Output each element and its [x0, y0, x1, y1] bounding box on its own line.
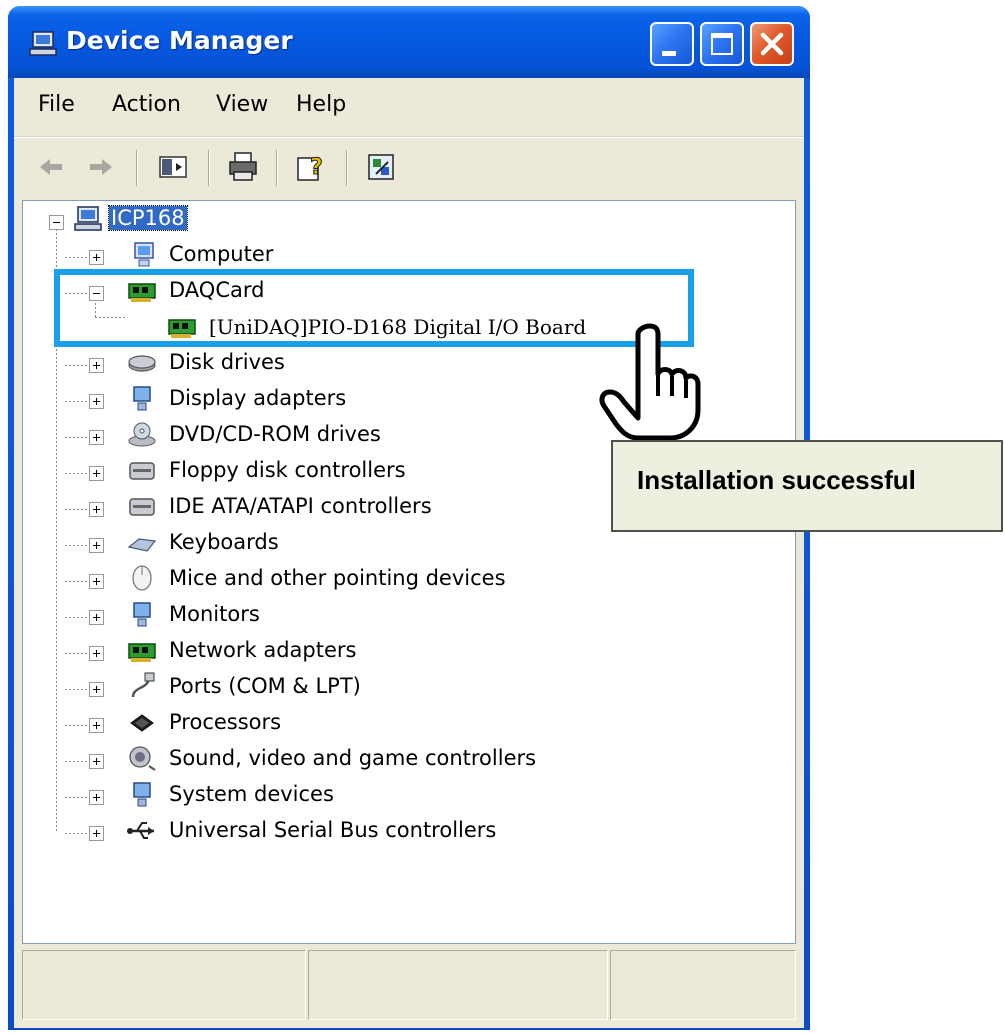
- tree-item[interactable]: Disk drives: [23, 347, 423, 381]
- back-arrow-icon[interactable]: [34, 150, 68, 184]
- tree-root[interactable]: ICP168: [23, 203, 323, 237]
- keyboard-icon: [127, 538, 157, 552]
- expand-icon[interactable]: [89, 646, 104, 661]
- menu-file[interactable]: File: [38, 92, 75, 117]
- expand-icon[interactable]: [89, 574, 104, 589]
- menu-action[interactable]: Action: [112, 92, 181, 117]
- toolbar-separator: [136, 150, 138, 186]
- expand-icon[interactable]: [89, 790, 104, 805]
- status-pane: [308, 950, 608, 1020]
- tree-item[interactable]: Display adapters: [23, 383, 423, 417]
- tree-item[interactable]: Processors: [23, 707, 423, 741]
- ide-controller-icon: [129, 498, 155, 516]
- tree-item[interactable]: System devices: [23, 779, 423, 813]
- close-icon: [760, 32, 784, 56]
- expand-icon[interactable]: [89, 718, 104, 733]
- tree-item-label: Sound, video and game controllers: [169, 746, 537, 770]
- window-title: Device Manager: [66, 26, 293, 55]
- tree-item-label: Display adapters: [169, 386, 347, 410]
- expand-icon[interactable]: [89, 538, 104, 553]
- tree-item[interactable]: DVD/CD-ROM drives: [23, 419, 423, 453]
- toolbar-separator: [208, 150, 210, 186]
- tree-item[interactable]: Mice and other pointing devices: [23, 563, 506, 597]
- cdrom-icon: [128, 422, 156, 447]
- maximize-button[interactable]: [700, 22, 744, 66]
- tree-item[interactable]: Keyboards: [23, 527, 423, 561]
- computer-icon: [134, 242, 154, 267]
- toolbar-separator: [276, 150, 278, 186]
- tree-item[interactable]: Ports (COM & LPT): [23, 671, 423, 705]
- tree-item-label: Keyboards: [169, 530, 279, 554]
- expand-icon[interactable]: [89, 502, 104, 517]
- computer-icon: [29, 31, 57, 56]
- minimize-button[interactable]: [650, 22, 694, 66]
- expand-icon[interactable]: [89, 754, 104, 769]
- tree-item-label: DVD/CD-ROM drives: [169, 422, 381, 446]
- menu-bar: File Action View Help: [14, 78, 804, 137]
- expand-icon[interactable]: [89, 682, 104, 697]
- expand-icon[interactable]: [89, 610, 104, 625]
- pointing-hand-icon: [599, 323, 701, 441]
- minimize-icon: [662, 51, 676, 56]
- tree-item-label: Floppy disk controllers: [169, 458, 406, 482]
- sound-icon: [129, 746, 156, 771]
- tree-item-label: IDE ATA/ATAPI controllers: [169, 494, 432, 518]
- system-device-icon: [133, 782, 151, 807]
- expand-icon[interactable]: [89, 466, 104, 481]
- forward-arrow-icon[interactable]: [84, 150, 118, 184]
- tree-item-label: Monitors: [169, 602, 260, 626]
- update-driver-icon[interactable]: [364, 150, 398, 184]
- status-pane: [610, 950, 796, 1020]
- tree-item-label: Mice and other pointing devices: [169, 566, 506, 590]
- help-icon[interactable]: ?: [294, 150, 328, 184]
- tree-item-label: Universal Serial Bus controllers: [169, 818, 497, 842]
- title-bar[interactable]: Device Manager: [8, 6, 810, 78]
- toolbar: ?: [14, 137, 804, 196]
- expand-icon[interactable]: [89, 250, 104, 265]
- tree-item[interactable]: Universal Serial Bus controllers: [23, 815, 523, 849]
- tree-item[interactable]: Floppy disk controllers: [23, 455, 423, 489]
- tree-item-label: Ports (COM & LPT): [169, 674, 361, 698]
- callout-text: Installation successful: [637, 465, 916, 495]
- tree-item[interactable]: Network adapters: [23, 635, 423, 669]
- tree-item-label: Processors: [169, 710, 282, 734]
- expand-icon[interactable]: [89, 826, 104, 841]
- disk-drive-icon: [128, 355, 156, 372]
- tree-item-label: Computer: [169, 242, 274, 266]
- menu-view[interactable]: View: [216, 92, 268, 117]
- tree-item[interactable]: Computer: [23, 239, 423, 273]
- tree-item-label: System devices: [169, 782, 334, 806]
- installation-callout: Installation successful: [611, 440, 1003, 532]
- client-area: File Action View Help ? ICP168 Computer …: [14, 78, 804, 1028]
- processor-icon: [130, 714, 154, 732]
- tree-item-label: Network adapters: [169, 638, 357, 662]
- print-icon[interactable]: [226, 150, 260, 184]
- tree-root-label[interactable]: ICP168: [108, 205, 188, 231]
- maximize-icon: [711, 33, 733, 55]
- menu-help[interactable]: Help: [296, 92, 346, 117]
- show-hide-console-tree-icon[interactable]: [156, 150, 190, 184]
- svg-text:?: ?: [310, 155, 323, 180]
- mouse-icon: [132, 565, 152, 591]
- toolbar-separator: [346, 150, 348, 186]
- monitor-icon: [133, 602, 151, 627]
- tree-item[interactable]: Monitors: [23, 599, 423, 633]
- close-button[interactable]: [750, 22, 794, 66]
- status-bar: [22, 948, 796, 1024]
- expand-icon[interactable]: [89, 394, 104, 409]
- expand-icon[interactable]: [89, 430, 104, 445]
- status-pane: [22, 950, 306, 1020]
- display-adapter-icon: [133, 386, 151, 411]
- expand-icon[interactable]: [89, 358, 104, 373]
- floppy-controller-icon: [129, 462, 155, 480]
- computer-icon: [74, 206, 102, 231]
- tree-item-label: Disk drives: [169, 350, 285, 374]
- network-adapter-icon: [128, 643, 156, 662]
- tree-item[interactable]: Sound, video and game controllers: [23, 743, 543, 777]
- port-icon: [131, 672, 155, 698]
- tree-item[interactable]: IDE ATA/ATAPI controllers: [23, 491, 432, 525]
- collapse-icon[interactable]: [49, 215, 64, 230]
- usb-icon: [127, 822, 154, 839]
